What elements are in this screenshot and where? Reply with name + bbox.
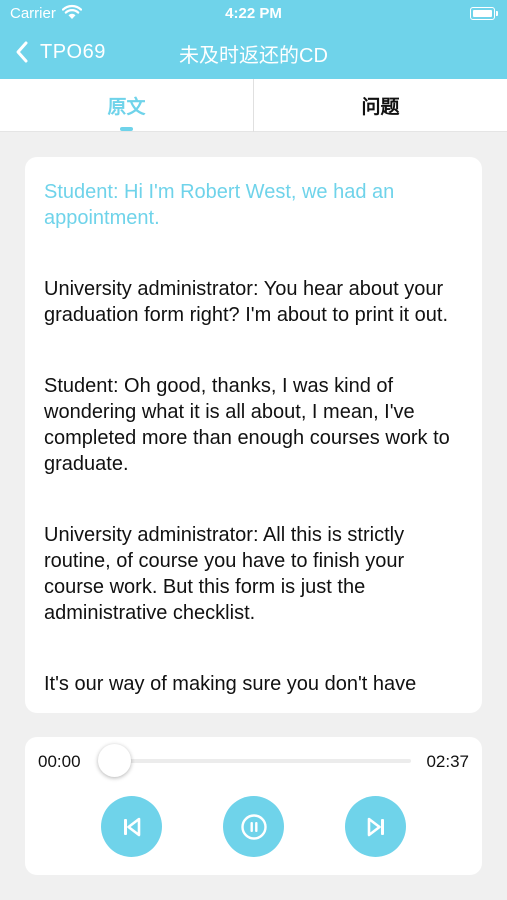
status-bar: Carrier 4:22 PM (0, 0, 507, 28)
current-time: 00:00 (38, 752, 81, 771)
pause-button[interactable] (223, 796, 284, 857)
pause-icon (240, 813, 267, 840)
total-time: 02:37 (426, 752, 469, 771)
transcript-line[interactable]: University administrator: You hear about… (44, 276, 464, 328)
page-title: 未及时返还的CD (179, 45, 328, 67)
transcript-line[interactable]: Student: Oh good, thanks, I was kind of … (44, 373, 464, 477)
skip-previous-icon (123, 817, 140, 836)
tab-bar: 原文 问题 (0, 79, 507, 132)
tab-label: 问题 (361, 97, 400, 118)
battery-icon (470, 7, 498, 20)
progress-track[interactable] (114, 759, 411, 763)
skip-next-icon (367, 817, 384, 836)
previous-button[interactable] (101, 796, 162, 857)
transcript-line[interactable]: University administrator: All this is st… (44, 522, 464, 626)
header: Carrier 4:22 PM TPO69 未及时返还的CD (0, 0, 507, 79)
transcript-card[interactable]: Student: Hi I'm Robert West, we had an a… (25, 157, 482, 713)
tab-label: 原文 (107, 97, 146, 118)
audio-player: 00:00 02:37 (25, 737, 482, 875)
tab-original-text[interactable]: 原文 (0, 79, 253, 132)
progress-knob[interactable] (98, 744, 131, 777)
transcript-line[interactable]: Student: Hi I'm Robert West, we had an a… (44, 179, 464, 231)
tab-selected-indicator (120, 127, 133, 131)
tab-questions[interactable]: 问题 (254, 79, 507, 132)
transcript-line[interactable]: It's our way of making sure you don't ha… (44, 671, 464, 697)
transcript-list: Student: Hi I'm Robert West, we had an a… (25, 157, 482, 697)
clock: 4:22 PM (225, 5, 282, 22)
nav-bar: TPO69 未及时返还的CD (0, 28, 507, 79)
next-button[interactable] (345, 796, 406, 857)
